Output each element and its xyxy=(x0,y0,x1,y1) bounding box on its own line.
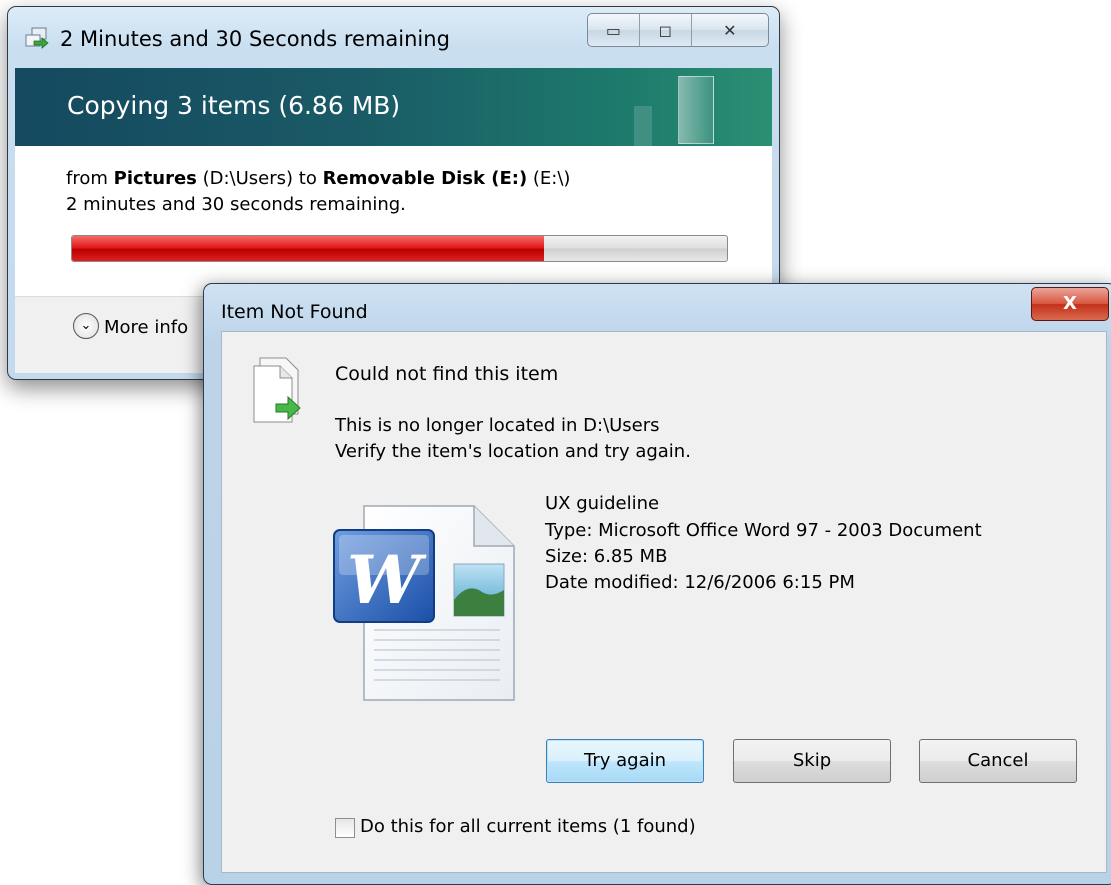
try-again-button[interactable]: Try again xyxy=(546,739,704,783)
close-button[interactable]: ✕ xyxy=(692,14,768,46)
file-date-modified: Date modified: 12/6/2006 6:15 PM xyxy=(545,572,855,593)
error-heading: Could not find this item xyxy=(335,363,559,385)
header-decoration xyxy=(634,106,652,146)
destination-drive: Removable Disk (E:) xyxy=(322,168,528,189)
copy-arrow-icon xyxy=(25,27,49,49)
source-folder: Pictures xyxy=(113,168,197,189)
header-decoration xyxy=(678,76,714,144)
dialog-title: Item Not Found xyxy=(221,301,368,323)
time-remaining: 2 minutes and 30 seconds remaining. xyxy=(66,194,406,215)
svg-text:W: W xyxy=(347,541,427,619)
copy-progress-bar xyxy=(71,235,728,262)
document-arrow-icon xyxy=(253,357,301,423)
dialog-body: Could not find this item This is no long… xyxy=(221,331,1107,873)
copy-header-banner: Copying 3 items (6.86 MB) xyxy=(15,68,772,146)
chevron-down-circle-icon[interactable]: ⌄ xyxy=(73,313,99,339)
file-type: Type: Microsoft Office Word 97 - 2003 Do… xyxy=(545,520,982,541)
window-controls: ▭ ◻ ✕ xyxy=(587,13,769,47)
error-message-location: This is no longer located in D:\Users xyxy=(335,415,660,436)
word-document-icon: W xyxy=(333,505,515,701)
dialog-close-button[interactable]: X xyxy=(1031,287,1109,321)
minimize-button[interactable]: ▭ xyxy=(588,14,640,46)
progress-fill xyxy=(72,236,544,261)
window-title: 2 Minutes and 30 Seconds remaining xyxy=(60,27,450,51)
maximize-button[interactable]: ◻ xyxy=(640,14,692,46)
cancel-button[interactable]: Cancel xyxy=(919,739,1077,783)
file-name: UX guideline xyxy=(545,493,660,514)
source-path: (D:\Users) to xyxy=(196,168,323,189)
copy-source-destination: from Pictures (D:\Users) to Removable Di… xyxy=(66,168,570,189)
apply-to-all-label[interactable]: Do this for all current items (1 found) xyxy=(360,816,696,837)
copy-details: from Pictures (D:\Users) to Removable Di… xyxy=(15,146,772,296)
error-message-instruction: Verify the item's location and try again… xyxy=(335,441,691,462)
skip-button[interactable]: Skip xyxy=(733,739,891,783)
file-size: Size: 6.85 MB xyxy=(545,546,668,567)
apply-to-all-checkbox[interactable] xyxy=(335,818,355,838)
more-info-link[interactable]: More info xyxy=(104,317,188,338)
item-not-found-dialog: Item Not Found X Could not find this ite… xyxy=(203,283,1111,885)
copy-caption: Copying 3 items (6.86 MB) xyxy=(67,91,401,120)
destination-path: (E:\) xyxy=(527,168,571,189)
from-prefix: from xyxy=(66,168,114,189)
